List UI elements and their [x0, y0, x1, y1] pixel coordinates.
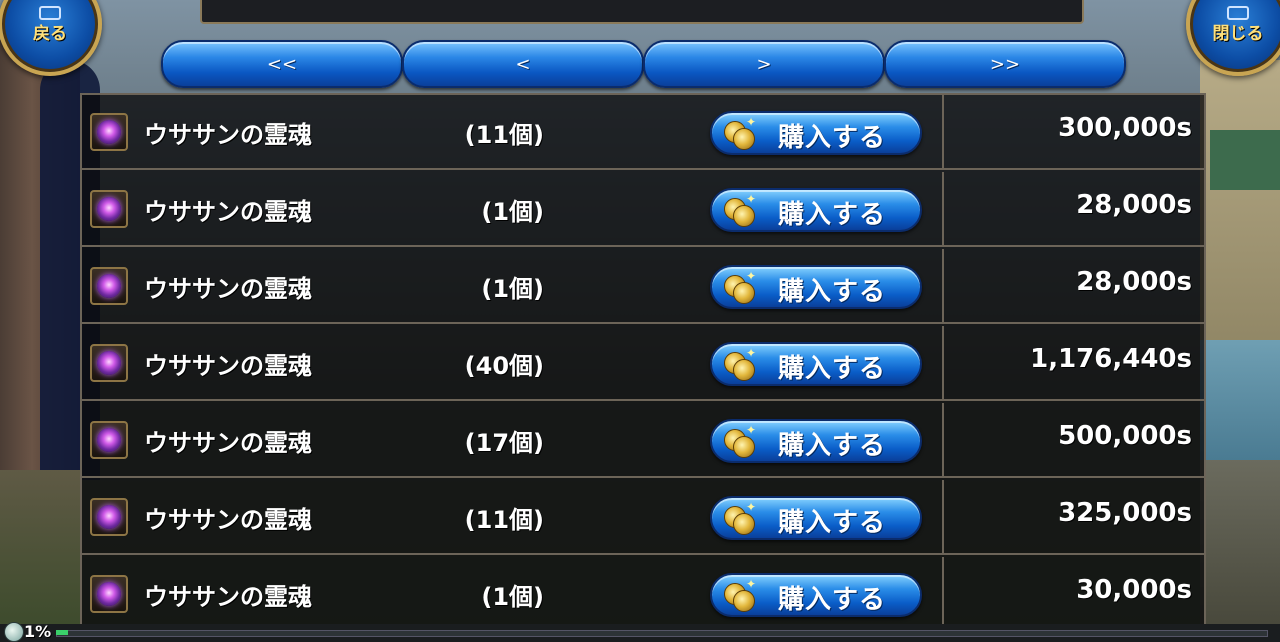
background-ground-right	[1200, 460, 1280, 642]
item-name: ウササンの霊魂	[144, 506, 312, 534]
purple-orb-icon[interactable]	[90, 498, 128, 536]
buy-button-label: 購入する	[778, 508, 887, 538]
pager: << < > >>	[161, 40, 1126, 88]
item-name: ウササンの霊魂	[144, 583, 312, 611]
previous-page-button[interactable]: <	[402, 40, 644, 88]
purple-orb-icon[interactable]	[90, 421, 128, 459]
item-price: 300,000s	[1058, 113, 1192, 143]
background-ground-left	[0, 470, 80, 642]
column-divider	[942, 403, 944, 476]
buy-button-label: 購入する	[778, 200, 887, 230]
item-price: 1,176,440s	[1030, 344, 1192, 374]
buy-button[interactable]: ✦ 購入する	[710, 342, 922, 386]
buy-button[interactable]: ✦ 購入する	[710, 573, 922, 617]
item-quantity: (1個)	[481, 275, 544, 303]
close-door-icon	[1227, 6, 1249, 20]
buy-button[interactable]: ✦ 購入する	[710, 188, 922, 232]
purple-orb-icon[interactable]	[90, 575, 128, 613]
purple-orb-icon[interactable]	[90, 344, 128, 382]
column-divider	[942, 95, 944, 168]
background-building	[1200, 60, 1280, 360]
column-divider	[942, 557, 944, 630]
progress-fill	[56, 630, 69, 635]
close-button-label: 閉じる	[1212, 24, 1264, 44]
table-row: ウササンの霊魂 (11個) ✦ 購入する 300,000s	[82, 95, 1204, 170]
buy-button-label: 購入する	[778, 277, 887, 307]
column-divider	[942, 326, 944, 399]
buy-button[interactable]: ✦ 購入する	[710, 419, 922, 463]
item-quantity: (11個)	[464, 121, 544, 149]
coins-icon: ✦	[724, 500, 756, 535]
column-divider	[942, 172, 944, 245]
coins-icon: ✦	[724, 269, 756, 304]
last-page-button[interactable]: >>	[884, 40, 1126, 88]
item-name: ウササンの霊魂	[144, 429, 312, 457]
next-page-button[interactable]: >	[643, 40, 885, 88]
listing-table: ウササンの霊魂 (11個) ✦ 購入する 300,000s ウササンの霊魂 (1…	[80, 93, 1206, 642]
back-arrow-icon	[39, 6, 61, 20]
coins-icon: ✦	[724, 192, 756, 227]
buy-button[interactable]: ✦ 購入する	[710, 496, 922, 540]
column-divider	[942, 480, 944, 553]
buy-button[interactable]: ✦ 購入する	[710, 111, 922, 155]
coins-icon: ✦	[724, 115, 756, 150]
coins-icon: ✦	[724, 346, 756, 381]
buy-button-label: 購入する	[778, 123, 887, 153]
item-price: 325,000s	[1058, 498, 1192, 528]
progress-track	[56, 630, 1268, 637]
column-divider	[942, 249, 944, 322]
table-row: ウササンの霊魂 (17個) ✦ 購入する 500,000s	[82, 403, 1204, 478]
table-row: ウササンの霊魂 (1個) ✦ 購入する 30,000s	[82, 557, 1204, 632]
first-page-button[interactable]: <<	[161, 40, 403, 88]
item-quantity: (17個)	[464, 429, 544, 457]
purple-orb-icon[interactable]	[90, 190, 128, 228]
progress-text: 1%	[24, 622, 52, 641]
table-row: ウササンの霊魂 (1個) ✦ 購入する 28,000s	[82, 172, 1204, 247]
buy-button[interactable]: ✦ 購入する	[710, 265, 922, 309]
buy-button-label: 購入する	[778, 431, 887, 461]
background-roof	[1210, 130, 1280, 190]
purple-orb-icon[interactable]	[90, 113, 128, 151]
item-price: 30,000s	[1076, 575, 1192, 605]
item-quantity: (40個)	[464, 352, 544, 380]
item-name: ウササンの霊魂	[144, 275, 312, 303]
coins-icon: ✦	[724, 577, 756, 612]
item-price: 28,000s	[1076, 190, 1192, 220]
background-water	[1200, 340, 1280, 460]
coins-icon: ✦	[724, 423, 756, 458]
table-row: ウササンの霊魂 (40個) ✦ 購入する 1,176,440s	[82, 326, 1204, 401]
purple-orb-icon[interactable]	[90, 267, 128, 305]
table-row: ウササンの霊魂 (1個) ✦ 購入する 28,000s	[82, 249, 1204, 324]
buy-button-label: 購入する	[778, 585, 887, 615]
item-name: ウササンの霊魂	[144, 121, 312, 149]
back-button-label: 戻る	[33, 24, 67, 44]
item-quantity: (11個)	[464, 506, 544, 534]
item-quantity: (1個)	[481, 198, 544, 226]
buy-button-label: 購入する	[778, 354, 887, 384]
loading-icon	[4, 622, 24, 642]
table-row: ウササンの霊魂 (11個) ✦ 購入する 325,000s	[82, 480, 1204, 555]
item-price: 28,000s	[1076, 267, 1192, 297]
item-name: ウササンの霊魂	[144, 198, 312, 226]
item-name: ウササンの霊魂	[144, 352, 312, 380]
item-price: 500,000s	[1058, 421, 1192, 451]
item-quantity: (1個)	[481, 583, 544, 611]
title-plate	[200, 0, 1084, 24]
